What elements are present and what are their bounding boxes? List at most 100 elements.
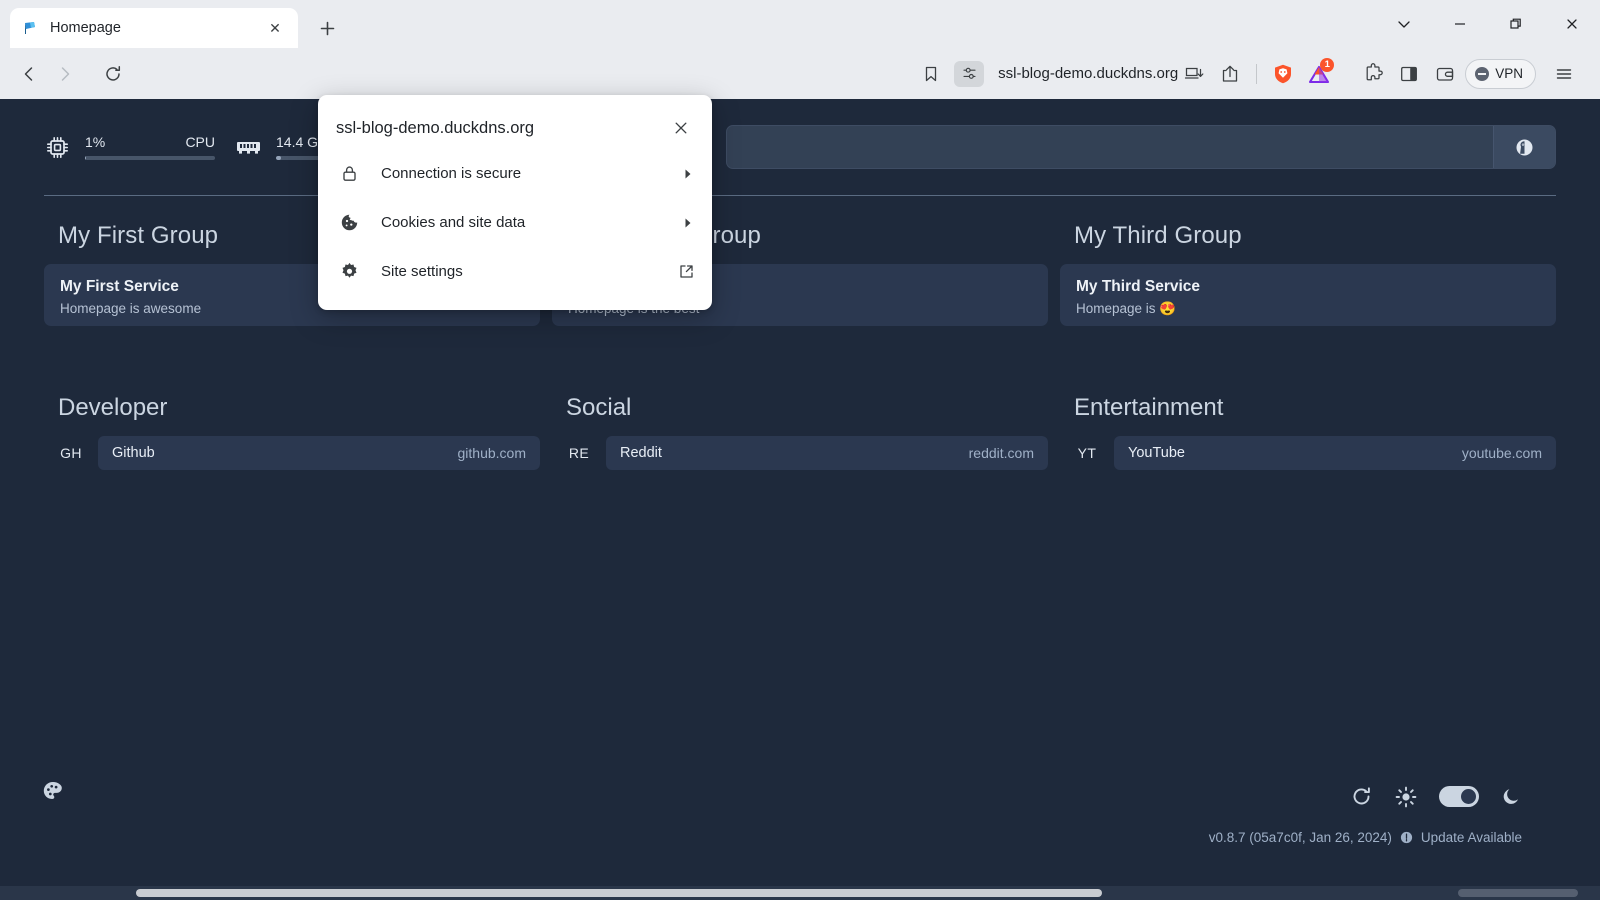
toolbar-divider <box>1256 63 1258 84</box>
arrow-right-icon <box>61 66 70 81</box>
close-window-button[interactable] <box>1544 0 1600 48</box>
bookmark-name: Github <box>112 445 155 461</box>
window-controls <box>1376 0 1600 48</box>
widget-cpu-body: 1% CPU <box>85 134 215 160</box>
reload-button[interactable] <box>96 57 130 91</box>
bookmark-group: Social RE Reddit reddit.com <box>552 394 1048 470</box>
plus-icon <box>320 21 334 35</box>
bookmark-name: YouTube <box>1128 445 1185 461</box>
cpu-label: CPU <box>185 134 215 150</box>
vpn-label: VPN <box>1495 66 1523 81</box>
horizontal-scrollbar-thumb[interactable] <box>136 889 1102 897</box>
lock-icon <box>336 164 362 183</box>
site-info-close-button[interactable] <box>668 115 694 141</box>
navigation-toolbar: ssl-blog-demo.duckdns.org 1 VPN <box>0 48 1600 99</box>
restore-icon <box>1510 18 1521 29</box>
bookmark-group: Developer GH Github github.com <box>44 394 540 470</box>
homepage-favicon-icon <box>22 19 40 37</box>
vpn-button[interactable]: VPN <box>1465 58 1536 89</box>
reload-icon <box>106 65 121 81</box>
popup-item-site-settings[interactable]: Site settings <box>318 247 712 296</box>
tab-homepage[interactable]: Homepage ✕ <box>10 8 298 48</box>
page-content: 1% CPU 14.4 GiB My First Group My First … <box>0 99 1600 900</box>
omnibox[interactable]: ssl-blog-demo.duckdns.org 1 VPN <box>140 57 1580 91</box>
popup-item-label: Site settings <box>381 263 463 280</box>
horizontal-scrollbar[interactable] <box>0 886 1600 900</box>
bookmark-host: reddit.com <box>968 445 1034 461</box>
bookmark-host: youtube.com <box>1461 445 1542 461</box>
site-info-header: ssl-blog-demo.duckdns.org <box>318 105 712 149</box>
theme-toggle[interactable] <box>1439 786 1479 807</box>
cpu-progress-bar <box>85 156 215 160</box>
site-settings-sliders-icon <box>963 67 976 79</box>
bookmark-group-title: Entertainment <box>1074 394 1224 421</box>
close-icon <box>675 122 687 134</box>
gear-icon <box>336 262 362 281</box>
duckduckgo-search-icon <box>1516 139 1533 155</box>
bookmark-item[interactable]: YT YouTube youtube.com <box>1060 436 1556 470</box>
cpu-value: 1% <box>85 134 106 150</box>
wallet-icon[interactable] <box>1429 58 1461 90</box>
cookie-icon <box>336 213 362 232</box>
new-tab-button[interactable] <box>310 11 344 45</box>
footer-controls <box>1350 785 1522 808</box>
color-palette-button[interactable] <box>40 778 66 804</box>
service-name: My Third Service <box>1076 278 1201 295</box>
tab-search-button[interactable] <box>1376 0 1432 48</box>
site-info-popup: ssl-blog-demo.duckdns.org Connection is … <box>318 95 712 310</box>
url-text[interactable]: ssl-blog-demo.duckdns.org <box>998 65 1178 82</box>
search-box[interactable] <box>726 125 1556 169</box>
brave-rewards-icon[interactable]: 1 <box>1303 57 1335 90</box>
bookmark-group: Entertainment YT YouTube youtube.com <box>1060 394 1556 470</box>
bookmark-abbr: GH <box>60 445 82 461</box>
tab-title: Homepage <box>50 20 121 36</box>
back-button[interactable] <box>12 57 46 91</box>
sun-icon[interactable] <box>1395 786 1417 808</box>
tab-strip: Homepage ✕ <box>0 0 1600 48</box>
tab-close-icon[interactable]: ✕ <box>264 17 286 39</box>
horizontal-scrollbar-track-end <box>1458 889 1578 897</box>
cpu-icon <box>44 134 71 161</box>
bookmark-group-title: Developer <box>58 394 168 421</box>
site-info-button[interactable] <box>954 60 985 87</box>
bookmark-body: Github github.com <box>98 436 540 470</box>
moon-icon[interactable] <box>1501 786 1522 807</box>
service-group-title: My Third Group <box>1074 222 1242 249</box>
chevron-right-icon <box>682 217 694 229</box>
close-icon <box>1567 19 1577 29</box>
external-link-icon <box>679 264 694 279</box>
search-input[interactable] <box>727 126 1493 168</box>
version-footer: v0.8.7 (05a7c0f, Jan 26, 2024) Update Av… <box>1209 830 1522 845</box>
memory-icon <box>235 137 262 157</box>
minimize-button[interactable] <box>1432 0 1488 48</box>
chevron-right-icon <box>682 168 694 180</box>
sidebar-icon[interactable] <box>1393 58 1425 90</box>
bookmark-group-title: Social <box>566 394 632 421</box>
bookmark-icon[interactable] <box>914 57 948 91</box>
search-submit-button[interactable] <box>1493 126 1555 168</box>
maximize-button[interactable] <box>1488 0 1544 48</box>
color-palette-icon <box>43 782 62 799</box>
refresh-icon[interactable] <box>1350 785 1373 808</box>
widget-cpu: 1% CPU <box>44 134 215 161</box>
bookmark-body: YouTube youtube.com <box>1114 436 1556 470</box>
bookmark-item[interactable]: RE Reddit reddit.com <box>552 436 1048 470</box>
brave-shields-icon[interactable] <box>1267 58 1299 90</box>
share-icon[interactable] <box>1214 58 1246 90</box>
version-text: v0.8.7 (05a7c0f, Jan 26, 2024) <box>1208 830 1392 845</box>
bookmark-groups: Developer GH Github github.com Social RE Reddi… <box>44 394 1556 470</box>
service-card[interactable]: My Third Service Homepage is 😍 <box>1060 264 1556 326</box>
hamburger-icon <box>1556 68 1572 79</box>
update-available-link[interactable]: Update Available <box>1421 830 1522 845</box>
search-widget <box>726 125 1556 169</box>
service-description: Homepage is 😍 <box>1076 300 1177 316</box>
bookmark-item[interactable]: GH Github github.com <box>44 436 540 470</box>
extensions-icon[interactable] <box>1357 58 1389 90</box>
vpn-status-icon <box>1475 66 1490 81</box>
forward-button[interactable] <box>48 57 82 91</box>
browser-menu-button[interactable] <box>1548 58 1580 90</box>
popup-item-connection-is-secure[interactable]: Connection is secure <box>318 149 712 198</box>
cast-download-icon[interactable] <box>1178 58 1210 90</box>
update-alert-icon <box>1400 831 1413 844</box>
popup-item-cookies-and-site-data[interactable]: Cookies and site data <box>318 198 712 247</box>
